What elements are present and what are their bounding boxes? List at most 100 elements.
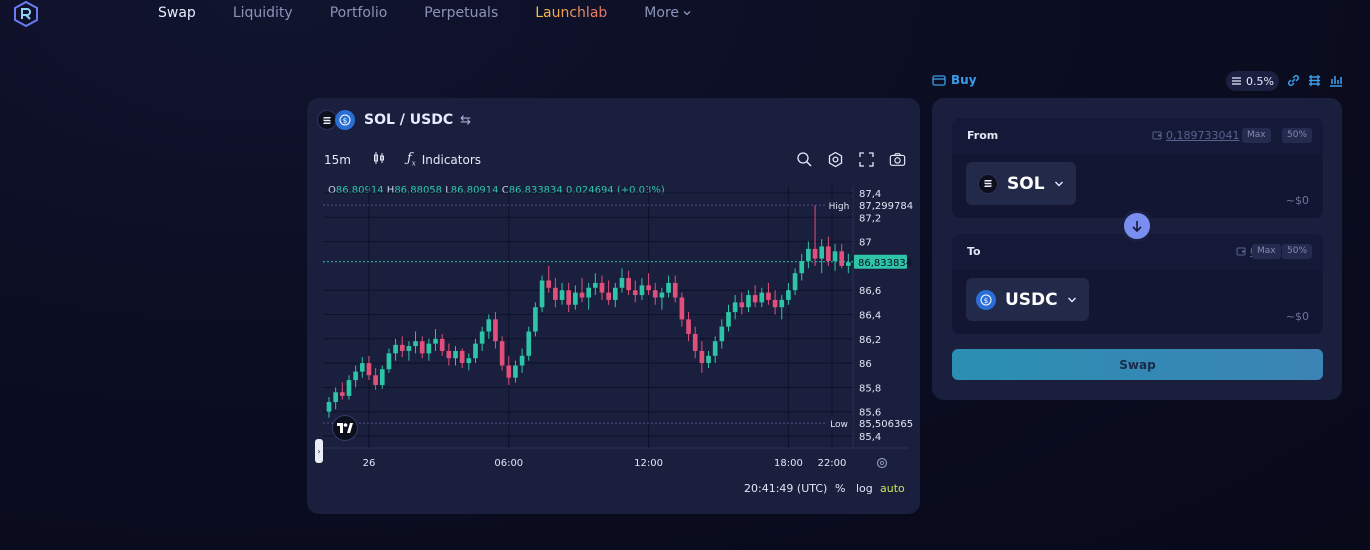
auto-toggle[interactable]: auto — [880, 482, 905, 495]
chart-clock: 20:41:49 (UTC) — [744, 482, 828, 495]
buy-tab[interactable]: Buy — [932, 73, 977, 87]
candle-body — [339, 392, 345, 396]
candle-body — [759, 292, 765, 303]
candle-body — [453, 350, 458, 359]
high-label: High — [829, 202, 850, 212]
candle-body — [719, 326, 725, 342]
chevron-down-icon — [1054, 181, 1063, 186]
candle-body — [772, 299, 778, 308]
buy-label: Buy — [951, 73, 977, 87]
price-chart[interactable]: 87,487,28786,686,486,28685,885,685,4 26 0… — [307, 98, 920, 514]
candle-body — [486, 319, 492, 332]
candle-body — [699, 350, 705, 364]
price-axis: 87,487,28786,686,486,28685,885,685,4 — [859, 189, 881, 443]
from-box: From 0,189733041 Max 50% SOL ~$0 — [952, 118, 1323, 218]
to-input-area[interactable]: $ USDC ~$0 — [952, 270, 1323, 334]
tradingview-logo[interactable] — [332, 415, 358, 441]
to-token-selector[interactable]: $ USDC — [966, 278, 1089, 321]
to-usd-value: ~$0 — [1285, 310, 1309, 323]
candle-body — [526, 331, 532, 356]
card-icon — [932, 74, 946, 86]
raydium-logo[interactable] — [12, 0, 40, 28]
candle-body — [786, 290, 791, 300]
candle-body — [359, 363, 365, 372]
candle-body — [553, 287, 558, 300]
candle-body — [626, 278, 631, 291]
drawing-panel-handle[interactable]: › — [315, 439, 323, 463]
svg-text:$: $ — [984, 296, 988, 304]
candle-body — [826, 246, 831, 262]
swap-button[interactable]: Swap — [952, 349, 1323, 380]
candle-body — [646, 285, 651, 291]
time-tick-label: 06:00 — [494, 458, 523, 469]
candle-body — [766, 292, 771, 300]
nav-more-label: More — [644, 5, 680, 21]
to-max-button[interactable]: Max — [1252, 244, 1281, 259]
from-half-button[interactable]: 50% — [1282, 128, 1313, 143]
nav-swap[interactable]: Swap — [158, 4, 196, 22]
candle-body — [779, 299, 785, 308]
candle-body — [799, 261, 805, 274]
chart-toggle-icon[interactable] — [1328, 73, 1343, 88]
candle-body — [433, 338, 438, 344]
nav-portfolio[interactable]: Portfolio — [330, 4, 388, 22]
candle-body — [473, 343, 478, 359]
candle-body — [706, 355, 711, 364]
candle-body — [726, 312, 731, 327]
chart-grid — [323, 186, 908, 449]
chart-panel: $ SOL / USDC ⇆ 15m ƒx Indicators O86,809… — [307, 98, 920, 514]
transactions-icon[interactable] — [1307, 73, 1322, 88]
to-half-button[interactable]: 50% — [1282, 244, 1313, 259]
from-max-button[interactable]: Max — [1242, 128, 1271, 143]
nav-launchlab[interactable]: Launchlab — [535, 4, 607, 22]
from-input-area[interactable]: SOL ~$0 — [952, 154, 1323, 218]
nav-perpetuals[interactable]: Perpetuals — [424, 4, 498, 22]
candle-body — [399, 344, 405, 351]
candle-body — [806, 248, 811, 262]
to-box: To 0 Max 50% $ USDC ~$0 — [952, 234, 1323, 334]
chevron-down-icon — [1067, 297, 1076, 302]
candle-body — [413, 341, 418, 347]
current-price-label: 86,833834 — [858, 258, 912, 269]
nav-more[interactable]: More — [644, 4, 691, 22]
nav-liquidity[interactable]: Liquidity — [233, 4, 293, 22]
candle-body — [732, 302, 738, 313]
candle-body — [513, 365, 518, 378]
link-icon[interactable] — [1286, 73, 1301, 88]
time-axis: 26 06:00 12:00 18:00 22:00 — [363, 457, 888, 469]
low-value: 85,506365 — [859, 419, 913, 430]
candle-body — [353, 371, 358, 381]
swap-header-icons — [1286, 73, 1343, 88]
candle-body — [499, 341, 505, 366]
candles — [326, 205, 851, 418]
candle-body — [739, 302, 745, 308]
candle-body — [659, 292, 665, 298]
usdc-token-icon: $ — [976, 289, 996, 310]
candle-body — [846, 262, 851, 266]
candle-body — [792, 273, 798, 291]
from-balance[interactable]: 0,189733041 — [1152, 129, 1239, 142]
candle-body — [519, 355, 525, 366]
candle-body — [812, 248, 818, 259]
candle-body — [712, 341, 718, 356]
candle-body — [579, 292, 585, 298]
switch-direction-button[interactable] — [1121, 210, 1153, 242]
slippage-icon — [1232, 77, 1242, 85]
candle-body — [652, 290, 658, 298]
candle-body — [406, 346, 412, 351]
candle-body — [333, 392, 338, 402]
low-label: Low — [830, 420, 848, 430]
wallet-icon — [1236, 247, 1246, 256]
candle-body — [573, 292, 578, 305]
from-usd-value: ~$0 — [1285, 194, 1309, 207]
percent-toggle[interactable]: % — [835, 482, 845, 495]
candle-body — [639, 285, 645, 296]
candle-body — [592, 282, 598, 288]
price-tick-label: 86,4 — [859, 311, 881, 322]
from-token-selector[interactable]: SOL — [966, 162, 1076, 205]
log-toggle[interactable]: log — [856, 482, 873, 495]
candle-body — [632, 290, 638, 296]
slippage-button[interactable]: 0.5% — [1226, 71, 1279, 91]
time-tick-label: 12:00 — [634, 458, 663, 469]
time-tick-label: 18:00 — [774, 458, 803, 469]
